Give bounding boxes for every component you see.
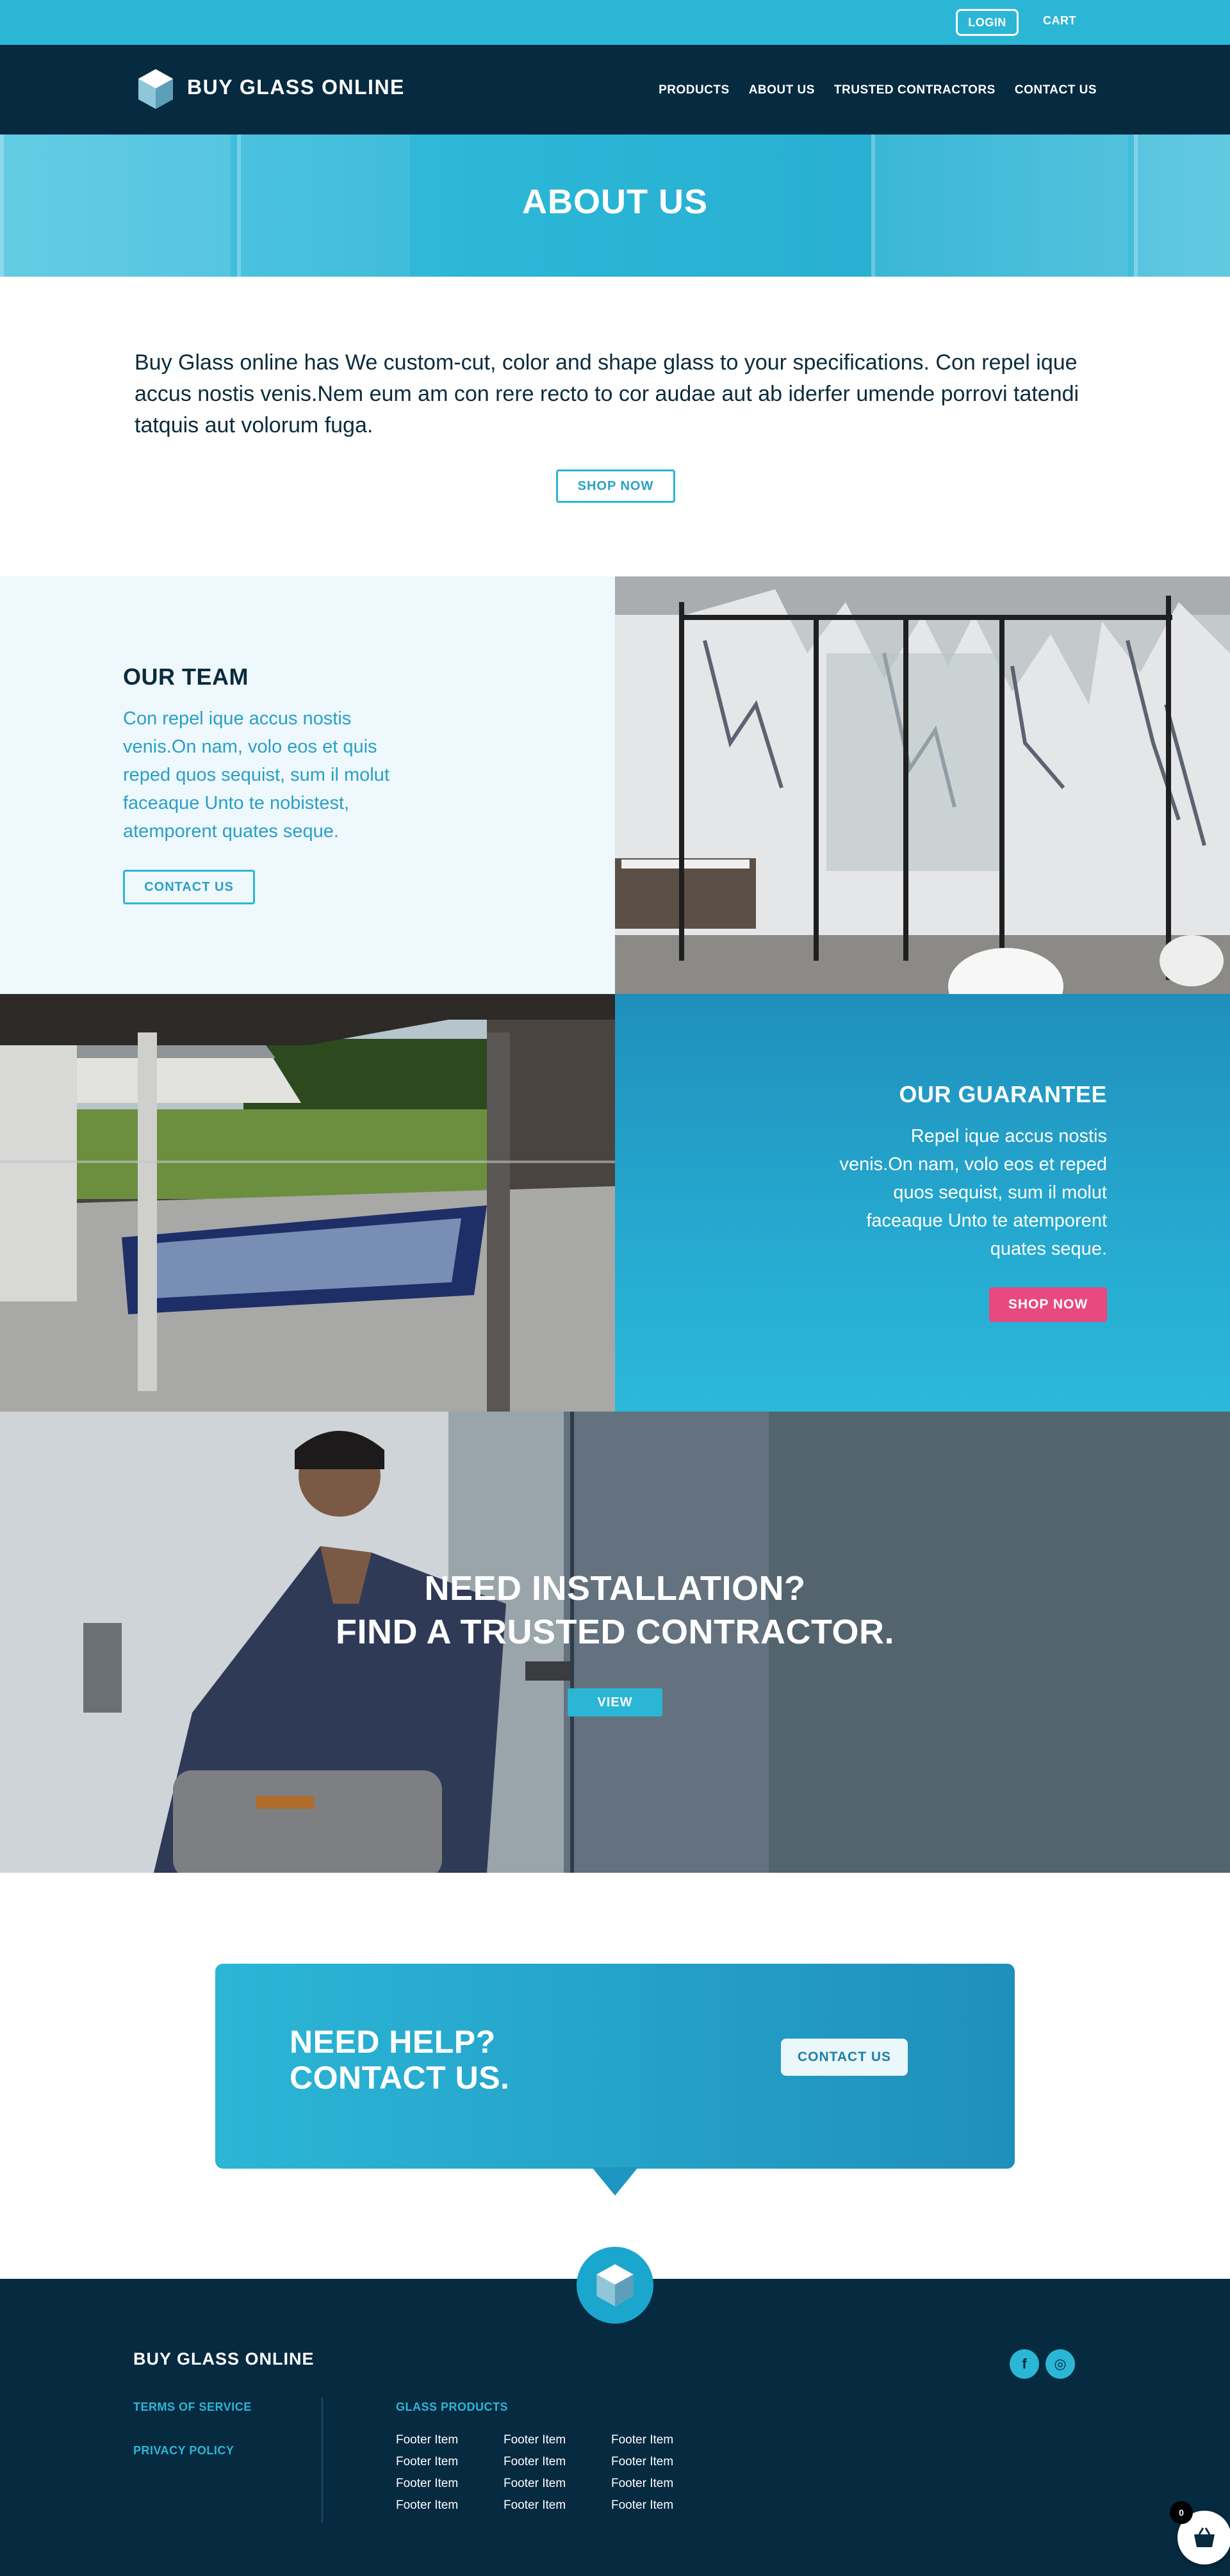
logo-icon[interactable] [133,67,178,111]
cart-link[interactable]: CART [1043,14,1076,28]
bathroom-shower-image [615,576,1230,994]
pool-fence-image [0,994,615,1412]
hero-banner: ABOUT US [0,135,1230,277]
footer-item[interactable]: Footer Item [611,2499,719,2512]
shop-now-button[interactable]: SHOP NOW [556,469,675,503]
basket-icon [1194,2527,1215,2547]
facebook-icon[interactable]: f [1010,2349,1039,2379]
terms-of-service-link[interactable]: TERMS OF SERVICE [133,2401,252,2414]
footer-divider [322,2397,323,2523]
team-contact-button[interactable]: CONTACT US [123,870,255,904]
footer-item[interactable]: Footer Item [611,2434,719,2447]
help-line-1: NEED HELP? [290,2024,496,2060]
basket-count-badge: 0 [1170,2501,1193,2524]
instagram-icon[interactable]: ◎ [1046,2349,1075,2379]
guarantee-shop-now-button[interactable]: SHOP NOW [989,1287,1107,1322]
help-contact-button[interactable]: CONTACT US [781,2039,908,2076]
guarantee-text: Repel ique accus nostis venis.On nam, vo… [839,1126,1107,1259]
site-header: BUY GLASS ONLINE PRODUCTS ABOUT US TRUST… [0,45,1230,135]
intro-text: Buy Glass online has We custom-cut, colo… [135,350,1079,437]
top-bar: LOGIN CART [0,0,1230,45]
help-box-pointer [592,2167,638,2196]
help-heading: NEED HELP? CONTACT US. [290,2024,509,2096]
help-line-2: CONTACT US. [290,2060,510,2096]
footer-logo[interactable] [577,2247,653,2324]
installation-line-2: FIND A TRUSTED CONTRACTOR. [336,1613,894,1651]
nav-trusted-contractors[interactable]: TRUSTED CONTRACTORS [834,83,996,97]
footer-item-grid: Footer Item Footer Item Footer Item Foot… [396,2434,719,2512]
footer-item[interactable]: Footer Item [396,2477,504,2490]
footer-item[interactable]: Footer Item [504,2499,611,2512]
team-text: Con repel ique accus nostis venis.On nam… [123,708,390,842]
privacy-policy-link[interactable]: PRIVACY POLICY [133,2444,234,2458]
brand-name[interactable]: BUY GLASS ONLINE [187,76,405,99]
team-title: OUR TEAM [123,664,249,690]
installation-heading: NEED INSTALLATION? FIND A TRUSTED CONTRA… [0,1567,1230,1654]
footer-item[interactable]: Footer Item [504,2477,611,2490]
footer-item[interactable]: Footer Item [504,2456,611,2468]
footer-brand: BUY GLASS ONLINE [133,2349,315,2368]
footer-item[interactable]: Footer Item [396,2456,504,2468]
installation-line-1: NEED INSTALLATION? [424,1569,806,1608]
page-title: ABOUT US [522,183,708,221]
nav-about-us[interactable]: ABOUT US [749,83,815,97]
view-contractors-button[interactable]: VIEW [568,1688,662,1716]
guarantee-title: OUR GUARANTEE [899,1081,1107,1107]
logo-icon [596,2264,634,2306]
login-button[interactable]: LOGIN [956,9,1019,36]
glass-products-heading: GLASS PRODUCTS [396,2401,509,2413]
footer-item[interactable]: Footer Item [611,2477,719,2490]
nav-contact-us[interactable]: CONTACT US [1015,83,1097,97]
footer-item[interactable]: Footer Item [396,2499,504,2512]
main-nav: PRODUCTS ABOUT US TRUSTED CONTRACTORS CO… [659,83,1097,97]
footer-item[interactable]: Footer Item [396,2434,504,2447]
nav-products[interactable]: PRODUCTS [659,83,730,97]
footer-item[interactable]: Footer Item [504,2434,611,2447]
footer-item[interactable]: Footer Item [611,2456,719,2468]
